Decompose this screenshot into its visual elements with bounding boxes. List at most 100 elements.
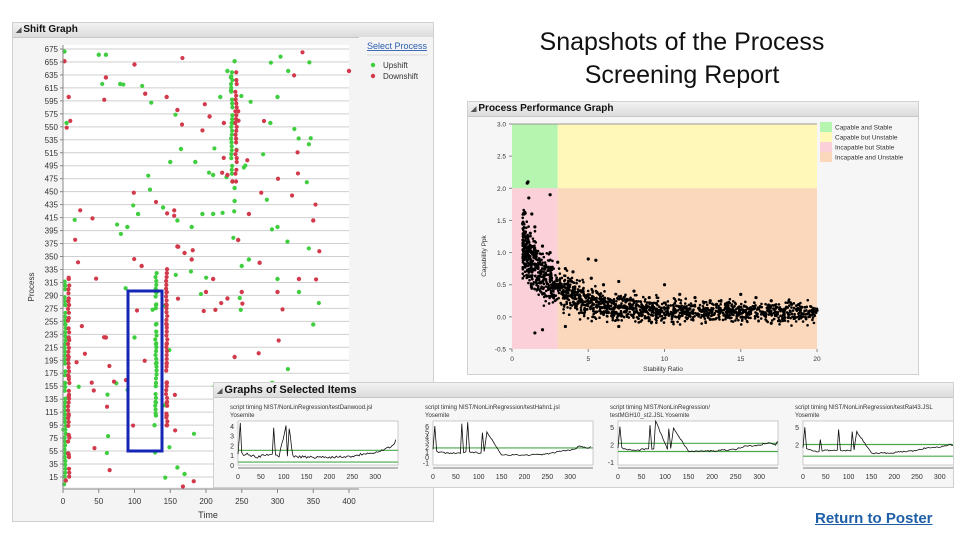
- downshift-point: [257, 260, 262, 265]
- downshift-point: [233, 97, 238, 102]
- perf-point: [525, 220, 529, 224]
- upshift-point: [204, 275, 209, 280]
- mini-x-tick-label: 50: [257, 474, 265, 481]
- performance-graph-header[interactable]: ◢ Process Performance Graph: [468, 102, 918, 117]
- shift-y-axis-label: Process: [27, 273, 36, 302]
- perf-point: [639, 320, 642, 323]
- perf-point: [528, 243, 531, 247]
- downshift-point: [92, 446, 97, 451]
- shift-x-tick-label: 100: [128, 497, 142, 506]
- upshift-point: [63, 322, 68, 327]
- shift-x-tick-label: 300: [271, 497, 285, 506]
- perf-point: [549, 258, 552, 262]
- perf-point: [521, 234, 525, 238]
- perf-point: [674, 299, 678, 303]
- perf-point: [565, 269, 569, 272]
- upshift-point: [311, 322, 316, 327]
- perf-point: [655, 310, 658, 313]
- downshift-point: [91, 388, 96, 393]
- perf-point: [804, 306, 807, 309]
- mini-y-tick-label: 2: [230, 443, 234, 450]
- perf-point: [680, 309, 684, 313]
- collapse-triangle-icon[interactable]: ◢: [471, 106, 476, 113]
- upshift-point: [153, 349, 159, 354]
- downshift-point: [66, 291, 71, 296]
- perf-point: [671, 311, 674, 315]
- upshift-point: [153, 403, 158, 408]
- perf-point: [537, 277, 541, 281]
- perf-point: [531, 237, 535, 240]
- mini-x-tick-label: 250: [911, 474, 923, 481]
- perf-point: [805, 312, 808, 316]
- upshift-point: [278, 54, 283, 59]
- perf-point: [583, 295, 587, 299]
- perf-point: [563, 290, 567, 294]
- perf-point: [794, 316, 797, 320]
- selected-items-header[interactable]: ◢ Graphs of Selected Items: [214, 383, 953, 398]
- perf-point: [552, 290, 555, 293]
- downshift-point: [74, 360, 79, 365]
- perf-point: [582, 280, 585, 284]
- shift-x-tick-label: 400: [342, 497, 356, 506]
- perf-point: [632, 316, 635, 319]
- upshift-point: [153, 294, 158, 299]
- upshift-point: [149, 100, 154, 105]
- upshift-point: [64, 120, 69, 126]
- upshift-point: [62, 443, 68, 448]
- collapse-triangle-icon[interactable]: ◢: [16, 27, 21, 34]
- perf-point: [767, 313, 771, 316]
- perf-y-tick-label: 0.0: [497, 314, 506, 321]
- upshift-point: [275, 94, 280, 100]
- downshift-point: [234, 156, 239, 161]
- downshift-point: [313, 277, 319, 282]
- perf-point: [530, 270, 533, 274]
- upshift-point: [153, 399, 158, 404]
- perf-point: [777, 303, 781, 306]
- downshift-point: [68, 118, 73, 123]
- return-to-poster-link[interactable]: Return to Poster: [815, 510, 933, 527]
- perf-point: [655, 293, 658, 297]
- perf-point: [655, 319, 658, 322]
- upshift-point: [105, 434, 111, 439]
- downshift-point: [276, 338, 281, 343]
- perf-point: [549, 270, 552, 274]
- downshift-point: [66, 349, 71, 354]
- upshift-point: [146, 173, 151, 178]
- downshift-point: [66, 377, 71, 382]
- performance-chart: -0.5 0.0 0.5 1.0 1.5 2.0 2.5 3.0 0 5 10 15 20 Capab…: [481, 122, 904, 374]
- perf-point: [566, 291, 569, 294]
- perf-point: [760, 312, 763, 316]
- perf-point: [542, 291, 546, 295]
- perf-point: [523, 270, 527, 273]
- upshift-point: [230, 163, 235, 168]
- perf-point: [522, 274, 526, 278]
- downshift-point: [221, 155, 226, 160]
- perf-point: [793, 312, 796, 316]
- perf-point: [727, 316, 731, 319]
- perf-point: [545, 281, 549, 285]
- shift-y-tick-label: 75: [49, 434, 58, 443]
- shift-graph-header[interactable]: ◢ Shift Graph: [13, 23, 433, 38]
- select-process-link[interactable]: Select Process: [367, 41, 428, 51]
- shift-x-tick-label: 0: [61, 497, 66, 506]
- perf-point: [662, 321, 666, 324]
- perf-point: [727, 300, 731, 304]
- perf-point: [538, 252, 542, 255]
- upshift-point: [229, 156, 234, 161]
- upshift-point: [140, 83, 145, 89]
- downshift-point: [134, 308, 140, 313]
- mini-x-tick-label: 0: [801, 474, 805, 481]
- mini-x-tick-label: 0: [431, 474, 435, 481]
- perf-point: [527, 196, 531, 200]
- perf-point: [708, 299, 712, 303]
- upshift-point: [153, 384, 158, 389]
- shift-y-tick-label: 615: [45, 84, 59, 93]
- downshift-point: [236, 118, 241, 123]
- perf-point: [614, 304, 617, 307]
- perf-point: [682, 306, 685, 310]
- perf-point: [655, 296, 659, 299]
- collapse-triangle-icon[interactable]: ◢: [217, 388, 222, 395]
- downshift-point: [234, 81, 239, 87]
- perf-point: [572, 281, 576, 285]
- perf-point: [533, 262, 536, 266]
